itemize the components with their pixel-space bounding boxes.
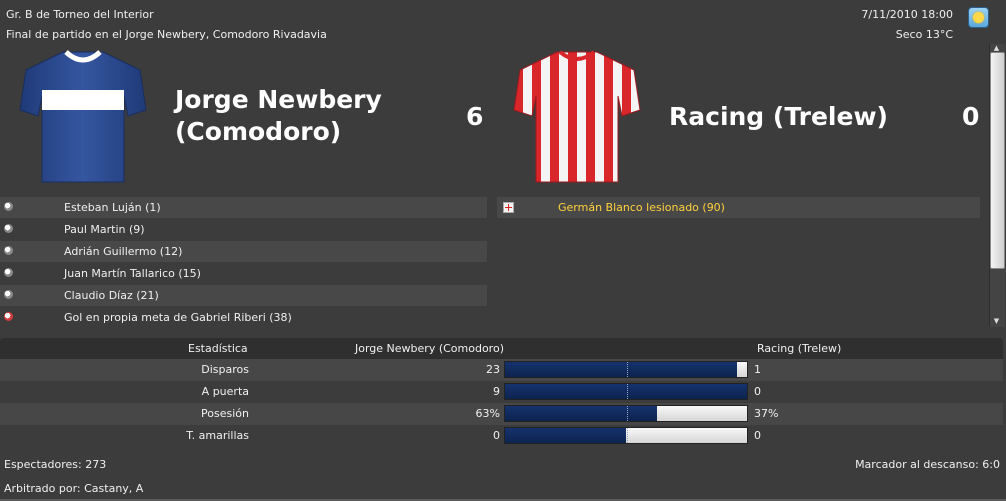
scrollbar-thumb[interactable]	[990, 52, 1005, 269]
stat-bar-midline	[627, 384, 628, 399]
goal-icon	[4, 246, 13, 255]
stat-home-value: 23	[486, 363, 500, 376]
home-team-name-line2: (Comodoro)	[175, 117, 342, 146]
stat-away-value: 0	[754, 385, 761, 398]
goal-icon	[4, 290, 13, 299]
scroll-up-icon[interactable]: ▲	[990, 44, 1003, 52]
home-team-name[interactable]: Jorge Newbery (Comodoro)	[175, 84, 382, 148]
away-events-list: Germán Blanco lesionado (90)	[497, 197, 980, 218]
home-event-row[interactable]: Paul Martin (9)	[0, 219, 487, 240]
match-datetime: 7/11/2010 18:00	[861, 8, 953, 21]
home-event-text: Juan Martín Tallarico (15)	[64, 267, 201, 280]
stat-bar-midline	[627, 406, 628, 421]
stat-bar-home-fill	[505, 362, 737, 377]
own-goal-icon	[4, 312, 13, 321]
stat-row-on-target: A puerta 9 0	[0, 381, 1003, 403]
goal-icon	[4, 224, 13, 233]
stat-bar-midline	[627, 428, 628, 443]
stat-bar-home-fill	[505, 384, 747, 399]
home-event-row[interactable]: Adrián Guillermo (12)	[0, 241, 487, 262]
home-events-list: Esteban Luján (1) Paul Martin (9) Adrián…	[0, 197, 487, 328]
home-kit-icon	[19, 50, 147, 183]
stat-bar	[504, 361, 748, 378]
away-event-text: Germán Blanco lesionado (90)	[558, 201, 725, 214]
injury-icon	[503, 202, 514, 213]
stat-bar-home-fill	[505, 428, 626, 443]
home-score: 6	[466, 102, 484, 131]
away-score: 0	[962, 102, 980, 131]
away-kit-icon	[513, 50, 641, 183]
stat-label: Disparos	[201, 363, 249, 376]
home-team-name-line1: Jorge Newbery	[175, 85, 382, 114]
home-event-text: Adrián Guillermo (12)	[64, 245, 183, 258]
stat-row-shots: Disparos 23 1	[0, 359, 1003, 381]
home-event-row[interactable]: Gol en propia meta de Gabriel Riberi (38…	[0, 307, 487, 328]
halftime-score-label: Marcador al descanso: 6:0	[855, 458, 1000, 471]
attendance-label: Espectadores: 273	[4, 458, 107, 471]
home-event-text: Gol en propia meta de Gabriel Riberi (38…	[64, 311, 292, 324]
stat-label: T. amarillas	[186, 429, 249, 442]
sun-icon	[968, 7, 989, 28]
stat-home-value: 9	[493, 385, 500, 398]
match-status-label: Final de partido en el Jorge Newbery, Co…	[6, 28, 327, 41]
stat-row-possession: Posesión 63% 37%	[0, 403, 1003, 425]
home-event-row[interactable]: Juan Martín Tallarico (15)	[0, 263, 487, 284]
home-event-row[interactable]: Esteban Luján (1)	[0, 197, 487, 218]
stat-away-value: 37%	[754, 407, 779, 420]
scroll-down-icon[interactable]: ▼	[990, 317, 1003, 325]
stat-row-yellow-cards: T. amarillas 0 0	[0, 425, 1003, 447]
stat-away-value: 0	[754, 429, 761, 442]
referee-label[interactable]: Arbitrado por: Castany, A	[4, 482, 143, 495]
stat-bar-midline	[627, 362, 628, 377]
stat-label: Posesión	[201, 407, 249, 420]
goal-icon	[4, 202, 13, 211]
home-event-row[interactable]: Claudio Díaz (21)	[0, 285, 487, 306]
competition-label[interactable]: Gr. B de Torneo del Interior	[6, 8, 154, 21]
away-event-row[interactable]: Germán Blanco lesionado (90)	[497, 197, 980, 218]
stat-bar	[504, 405, 748, 422]
stat-home-value: 63%	[475, 407, 500, 420]
stat-bar	[504, 383, 748, 400]
stat-home-value: 0	[493, 429, 500, 442]
stat-away-value: 1	[754, 363, 761, 376]
goal-icon	[4, 268, 13, 277]
home-event-text: Claudio Díaz (21)	[64, 289, 159, 302]
stat-bar-home-fill	[505, 406, 658, 421]
home-event-text: Esteban Luján (1)	[64, 201, 161, 214]
stats-header: Estadística Jorge Newbery (Comodoro) Rac…	[0, 338, 1003, 359]
away-team-name[interactable]: Racing (Trelew)	[669, 101, 888, 133]
stats-header-home: Jorge Newbery (Comodoro)	[355, 342, 504, 355]
stats-header-away: Racing (Trelew)	[757, 342, 842, 355]
stat-bar	[504, 427, 748, 444]
stat-label: A puerta	[201, 385, 249, 398]
home-event-text: Paul Martin (9)	[64, 223, 145, 236]
stats-header-label: Estadística	[188, 342, 248, 355]
weather-label: Seco 13°C	[895, 28, 953, 41]
